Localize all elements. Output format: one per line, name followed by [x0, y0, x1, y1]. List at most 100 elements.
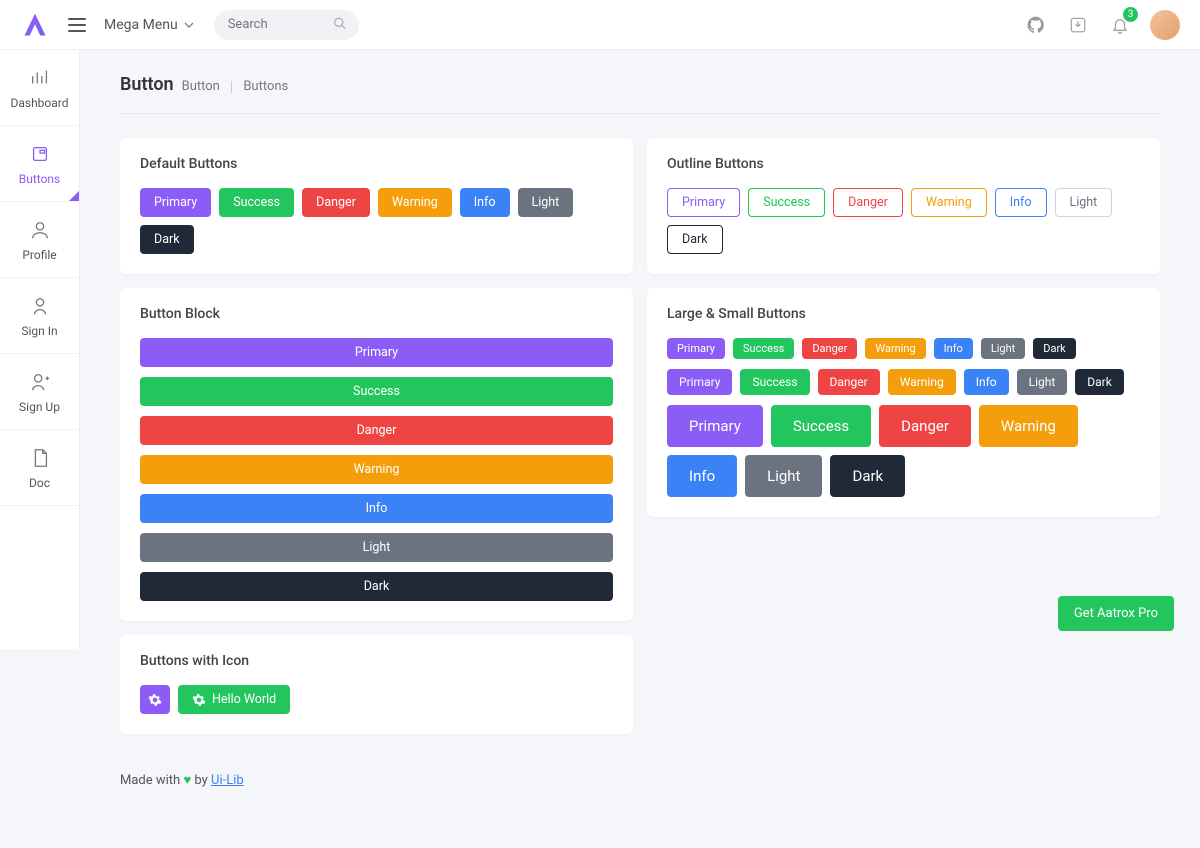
sidebar-item-signin[interactable]: Sign In [0, 278, 79, 354]
dark-lg-button[interactable]: Dark [830, 455, 905, 497]
sidebar-item-label: Buttons [19, 172, 61, 186]
signin-icon [28, 294, 52, 318]
info-sm-button[interactable]: Info [964, 369, 1009, 395]
notification-badge: 3 [1123, 7, 1138, 22]
topbar: Mega Menu 3 [0, 0, 1200, 50]
sidebar-item-label: Doc [29, 476, 50, 490]
footer-text: by [194, 773, 207, 788]
sidebar: Dashboard Buttons Profile Sign In Sign U… [0, 50, 80, 649]
info-lg-button[interactable]: Info [667, 455, 737, 497]
warning-lg-button[interactable]: Warning [979, 405, 1078, 447]
info-outline-button[interactable]: Info [995, 188, 1047, 217]
hello-world-button[interactable]: Hello World [178, 685, 290, 714]
dark-xs-button[interactable]: Dark [1033, 338, 1076, 359]
sidebar-item-label: Sign Up [19, 400, 60, 414]
card-title: Default Buttons [140, 156, 613, 172]
danger-button[interactable]: Danger [302, 188, 370, 217]
sidebar-item-signup[interactable]: Sign Up [0, 354, 79, 430]
breadcrumb-item[interactable]: Buttons [243, 79, 288, 94]
warning-button[interactable]: Warning [378, 188, 452, 217]
buttons-icon [28, 142, 52, 166]
gear-icon [148, 693, 162, 707]
page-header: Button Button Buttons [120, 74, 1160, 114]
search-container [214, 10, 359, 40]
profile-icon [28, 218, 52, 242]
topbar-right: 3 [1024, 10, 1180, 40]
breadcrumb: Button Buttons [182, 79, 289, 94]
danger-sm-button[interactable]: Danger [818, 369, 880, 395]
search-icon[interactable] [333, 15, 347, 34]
danger-outline-button[interactable]: Danger [833, 188, 903, 217]
warning-xs-button[interactable]: Warning [865, 338, 925, 359]
warning-outline-button[interactable]: Warning [911, 188, 987, 217]
logo[interactable] [20, 10, 50, 40]
light-sm-button[interactable]: Light [1017, 369, 1068, 395]
github-icon[interactable] [1024, 13, 1048, 37]
sidebar-item-label: Sign In [21, 324, 57, 338]
chevron-down-icon [184, 20, 194, 30]
sidebar-item-doc[interactable]: Doc [0, 430, 79, 506]
danger-xs-button[interactable]: Danger [802, 338, 857, 359]
card-buttons-with-icon: Buttons with Icon Hello World [120, 635, 633, 734]
success-xs-button[interactable]: Success [733, 338, 794, 359]
success-block-button[interactable]: Success [140, 377, 613, 406]
sidebar-item-dashboard[interactable]: Dashboard [0, 50, 79, 126]
card-large-small-buttons: Large & Small Buttons Primary Success Da… [647, 288, 1160, 517]
notification-bell[interactable]: 3 [1108, 13, 1132, 37]
signup-icon [28, 370, 52, 394]
menu-toggle[interactable] [68, 18, 86, 32]
card-title: Large & Small Buttons [667, 306, 1140, 322]
light-block-button[interactable]: Light [140, 533, 613, 562]
breadcrumb-separator [231, 81, 232, 93]
dark-button[interactable]: Dark [140, 225, 194, 254]
sidebar-item-label: Profile [22, 248, 56, 262]
info-xs-button[interactable]: Info [934, 338, 973, 359]
card-title: Buttons with Icon [140, 653, 613, 669]
success-sm-button[interactable]: Success [740, 369, 809, 395]
card-default-buttons: Default Buttons Primary Success Danger W… [120, 138, 633, 274]
avatar[interactable] [1150, 10, 1180, 40]
footer-text: Made with [120, 773, 180, 788]
primary-block-button[interactable]: Primary [140, 338, 613, 367]
light-lg-button[interactable]: Light [745, 455, 822, 497]
gear-icon [192, 693, 206, 707]
success-outline-button[interactable]: Success [748, 188, 825, 217]
sidebar-item-profile[interactable]: Profile [0, 202, 79, 278]
heart-icon: ♥ [183, 773, 191, 788]
doc-icon [28, 446, 52, 470]
get-pro-button[interactable]: Get Aatrox Pro [1058, 596, 1174, 631]
content: Button Button Buttons Default Buttons Pr… [80, 50, 1200, 848]
warning-sm-button[interactable]: Warning [888, 369, 956, 395]
light-xs-button[interactable]: Light [981, 338, 1025, 359]
light-outline-button[interactable]: Light [1055, 188, 1113, 217]
hamburger-icon [68, 18, 86, 32]
download-icon[interactable] [1066, 13, 1090, 37]
primary-sm-button[interactable]: Primary [667, 369, 732, 395]
info-button[interactable]: Info [460, 188, 510, 217]
breadcrumb-item[interactable]: Button [182, 79, 220, 94]
footer-link[interactable]: Ui-Lib [211, 773, 244, 788]
primary-button[interactable]: Primary [140, 188, 211, 217]
primary-lg-button[interactable]: Primary [667, 405, 763, 447]
sidebar-item-buttons[interactable]: Buttons [0, 126, 79, 202]
info-block-button[interactable]: Info [140, 494, 613, 523]
sidebar-item-label: Dashboard [10, 96, 68, 110]
mega-menu-dropdown[interactable]: Mega Menu [104, 17, 194, 33]
success-lg-button[interactable]: Success [771, 405, 871, 447]
dark-sm-button[interactable]: Dark [1075, 369, 1124, 395]
card-grid: Default Buttons Primary Success Danger W… [120, 138, 1160, 734]
card-button-block: Button Block Primary Success Danger Warn… [120, 288, 633, 621]
gear-button[interactable] [140, 685, 170, 714]
light-button[interactable]: Light [518, 188, 574, 217]
success-button[interactable]: Success [219, 188, 294, 217]
danger-lg-button[interactable]: Danger [879, 405, 971, 447]
dark-block-button[interactable]: Dark [140, 572, 613, 601]
primary-outline-button[interactable]: Primary [667, 188, 740, 217]
warning-block-button[interactable]: Warning [140, 455, 613, 484]
page-title: Button [120, 74, 174, 95]
dark-outline-button[interactable]: Dark [667, 225, 723, 254]
danger-block-button[interactable]: Danger [140, 416, 613, 445]
primary-xs-button[interactable]: Primary [667, 338, 725, 359]
footer: Made with ♥ by Ui-Lib [120, 758, 1160, 788]
mega-menu-label: Mega Menu [104, 17, 178, 33]
